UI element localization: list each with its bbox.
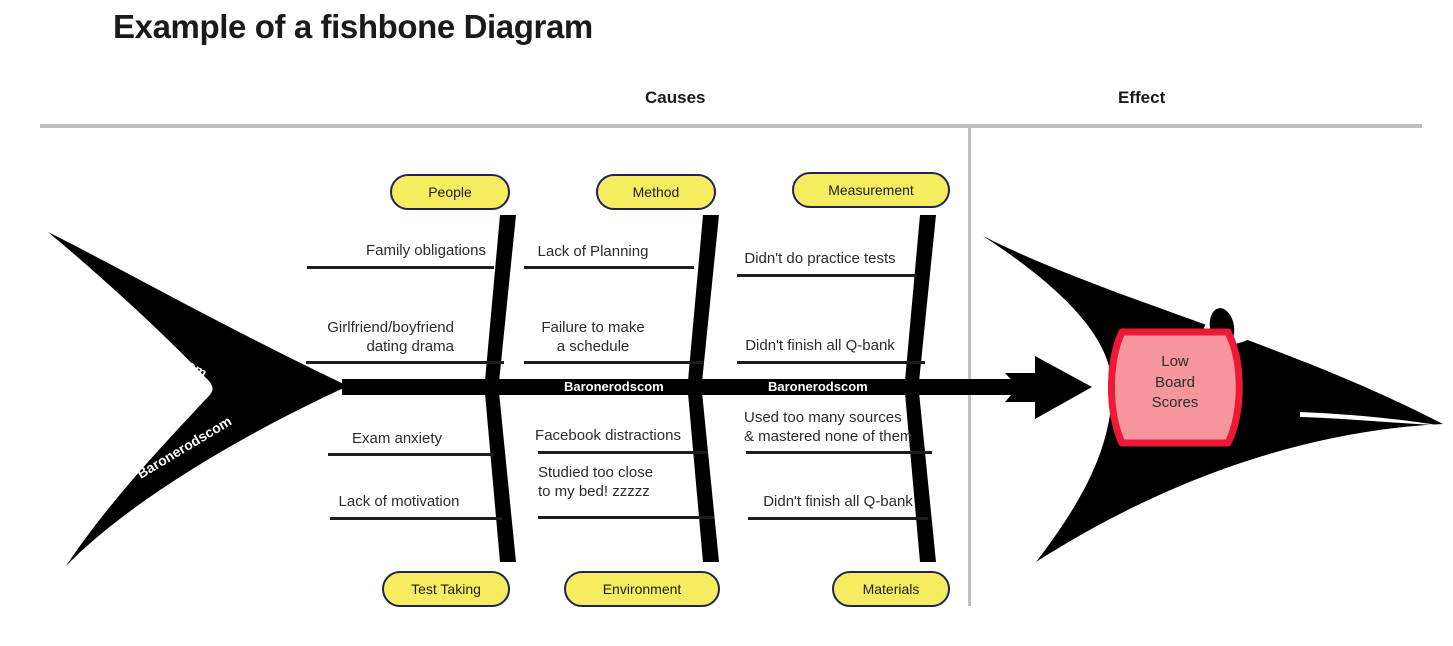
category-pill-materials-label: Materials — [862, 581, 920, 597]
category-pill-measurement-label: Measurement — [828, 182, 914, 198]
cause-materials-1: Used too many sources & mastered none of… — [744, 409, 913, 446]
cause-rule-test-taking-2 — [330, 517, 502, 520]
category-pill-materials[interactable]: Materials — [832, 571, 950, 607]
category-pill-measurement[interactable]: Measurement — [792, 172, 950, 208]
fish-tail — [48, 232, 348, 566]
cause-method-2: Failure to make a schedule — [541, 319, 645, 356]
category-pill-method-label: Method — [632, 184, 680, 200]
cause-environment-2: Studied too close to my bed! zzzzz — [538, 464, 654, 501]
fish-illustration — [48, 215, 1443, 566]
cause-people-2: Girlfriend/boyfriend dating drama — [327, 319, 454, 356]
cause-test-taking-1: Exam anxiety — [351, 430, 443, 447]
category-pill-environment[interactable]: Environment — [564, 571, 720, 607]
effect-label: Low Board Scores — [1151, 353, 1199, 412]
cause-people-1: Family obligations — [365, 242, 486, 259]
cause-rule-materials-1 — [746, 451, 932, 454]
cause-rule-people-1 — [307, 266, 494, 269]
cause-rule-materials-2 — [748, 517, 928, 520]
cause-measurement-2: Didn't finish all Q-bank — [745, 337, 895, 354]
category-pill-people-label: People — [428, 184, 472, 200]
cause-rule-environment-2 — [538, 516, 714, 519]
fishbone-diagram-canvas: Example of a fishbone Diagram Causes Eff… — [0, 0, 1453, 646]
cause-rule-environment-1 — [538, 451, 708, 454]
category-pill-method[interactable]: Method — [596, 174, 716, 210]
category-pill-people[interactable]: People — [390, 174, 510, 210]
cause-rule-people-2 — [306, 361, 504, 364]
cause-rule-method-1 — [524, 266, 694, 269]
cause-rule-measurement-2 — [737, 361, 925, 364]
cause-measurement-1: Didn't do practice tests — [744, 250, 896, 267]
category-pill-environment-label: Environment — [602, 581, 682, 597]
rib-measurement — [904, 215, 936, 392]
cause-method-1: Lack of Planning — [537, 243, 649, 260]
rib-test-taking — [484, 382, 516, 562]
category-pill-test-taking-label: Test Taking — [411, 581, 481, 597]
rib-method — [687, 215, 719, 392]
cause-environment-1: Facebook distractions — [535, 427, 681, 444]
effect-arrow — [1005, 356, 1092, 419]
cause-rule-method-2 — [524, 361, 704, 364]
cause-rule-test-taking-1 — [328, 453, 494, 456]
category-pill-test-taking[interactable]: Test Taking — [382, 571, 510, 607]
cause-rule-measurement-1 — [737, 274, 917, 277]
cause-test-taking-2: Lack of motivation — [338, 493, 460, 510]
cause-materials-2: Didn't finish all Q-bank — [763, 493, 913, 510]
